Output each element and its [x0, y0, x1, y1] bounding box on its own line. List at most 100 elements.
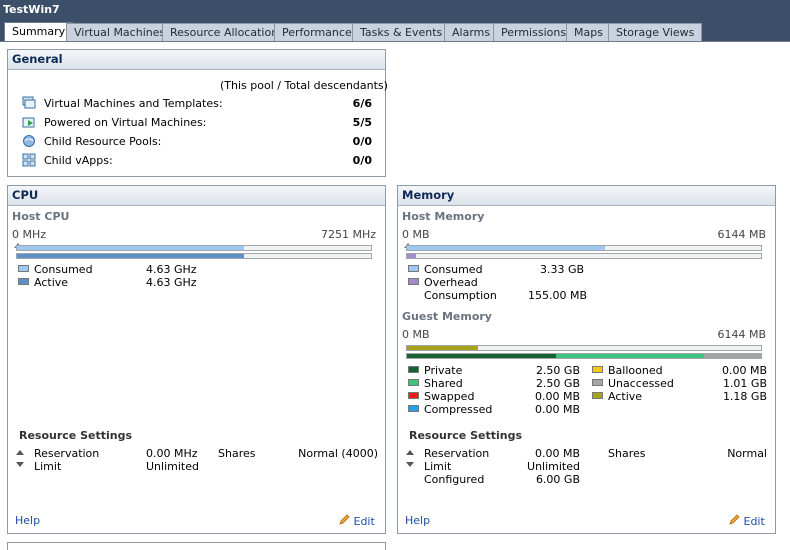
guest-breakdown-bar [406, 353, 762, 359]
memory-header: Memory [398, 186, 775, 206]
cpu-edit-label: Edit [353, 515, 375, 528]
guest-ballooned-swatch [592, 366, 603, 373]
host-cpu-label: Host CPU [12, 210, 70, 223]
cpu-consumed-swatch [18, 265, 29, 272]
resource-pool-icon [23, 135, 35, 147]
window-title-bar: TestWin7 [0, 0, 790, 20]
memory-overhead-swatch [408, 278, 419, 285]
guest-memory-label: Guest Memory [402, 310, 492, 323]
guest-swapped-value: 0.00 MB [534, 390, 580, 403]
memory-edit-link[interactable]: Edit [729, 514, 765, 528]
powered-on-vm-label: Powered on Virtual Machines: [44, 116, 207, 129]
tab-tasks-events[interactable]: Tasks & Events [352, 23, 451, 41]
guest-ballooned-value: 0.00 MB [721, 364, 767, 377]
guest-private-fill [407, 354, 556, 358]
memory-consumed-swatch [408, 265, 419, 272]
cpu-limit-icon [16, 462, 24, 467]
cpu-panel: CPU Host CPU 0 MHz 7251 MHz Consumed 4.6… [7, 185, 386, 534]
next-panel-edge [7, 542, 386, 550]
memory-limit-label: Limit [424, 460, 452, 473]
memory-consumed-bar [406, 245, 762, 251]
guest-active-bar [406, 345, 762, 351]
cpu-reservation-label: Reservation [34, 447, 100, 460]
pencil-icon [339, 514, 350, 525]
memory-min-label: 0 MB [402, 228, 430, 241]
cpu-active-swatch [18, 278, 29, 285]
cpu-reservation-icon [16, 450, 24, 455]
child-vapps-value: 0/0 [352, 154, 372, 167]
tab-virtual-machines[interactable]: Virtual Machines [66, 23, 174, 41]
guest-unaccessed-value: 1.01 GB [722, 377, 767, 390]
cpu-reservation-value: 0.00 MHz [146, 447, 198, 460]
cpu-edit-link[interactable]: Edit [339, 514, 375, 528]
memory-shares-label: Shares [608, 447, 646, 460]
cpu-active-bar [16, 253, 372, 259]
cpu-limit-value: Unlimited [146, 460, 199, 473]
guest-shared-swatch [408, 379, 419, 386]
memory-consumed-fill [407, 246, 606, 250]
memory-panel: Memory Host Memory 0 MB 6144 MB Consumed… [397, 185, 776, 534]
memory-reservation-label: Reservation [424, 447, 490, 460]
host-memory-label: Host Memory [402, 210, 485, 223]
powered-on-vm-value: 5/5 [352, 116, 372, 129]
summary-content: General (This pool / Total descendants) … [0, 41, 790, 550]
guest-max-label: 6144 MB [717, 328, 766, 341]
guest-active-swatch [592, 392, 603, 399]
cpu-consumed-fill [17, 246, 244, 250]
guest-swapped-swatch [408, 392, 419, 399]
tab-resource-allocation[interactable]: Resource Allocation [162, 23, 287, 41]
guest-active-value: 1.18 GB [722, 390, 767, 403]
guest-compressed-swatch [408, 405, 419, 412]
memory-help-link[interactable]: Help [405, 514, 430, 527]
guest-swapped-label: Swapped [424, 390, 475, 403]
general-panel: General (This pool / Total descendants) … [7, 49, 388, 177]
vm-templates-value: 6/6 [352, 97, 372, 110]
cpu-active-label: Active [34, 276, 69, 289]
general-note: (This pool / Total descendants) [220, 79, 388, 92]
guest-unaccessed-label: Unaccessed [608, 377, 674, 390]
guest-active-fill [407, 346, 478, 350]
child-pools-value: 0/0 [352, 135, 372, 148]
cpu-consumed-value: 4.63 GHz [146, 263, 197, 276]
cpu-consumed-bar [16, 245, 372, 251]
memory-max-label: 6144 MB [717, 228, 766, 241]
child-pools-label: Child Resource Pools: [44, 135, 162, 148]
tab-permissions[interactable]: Permissions [493, 23, 575, 41]
guest-active-label: Active [608, 390, 643, 403]
cpu-active-fill [17, 254, 244, 258]
guest-min-label: 0 MB [402, 328, 430, 341]
memory-consumption-label: Consumption [424, 289, 497, 302]
memory-limit-icon [406, 462, 414, 467]
cpu-resource-settings-title: Resource Settings [19, 429, 133, 442]
cpu-shares-value: Normal (4000) [298, 447, 378, 460]
general-header: General [8, 50, 385, 70]
tab-performance[interactable]: Performance [274, 23, 360, 41]
memory-shares-value: Normal [727, 447, 767, 460]
memory-overhead-fill [407, 254, 416, 258]
cpu-help-link[interactable]: Help [15, 514, 40, 527]
guest-shared-value: 2.50 GB [535, 377, 580, 390]
memory-resource-settings-title: Resource Settings [409, 429, 523, 442]
guest-private-label: Private [424, 364, 463, 377]
tab-storage-views[interactable]: Storage Views [608, 23, 703, 41]
guest-shared-fill [555, 354, 705, 358]
memory-configured-label: Configured [424, 473, 485, 486]
tab-alarms[interactable]: Alarms [444, 23, 499, 41]
cpu-max-label: 7251 MHz [320, 228, 376, 241]
guest-private-swatch [408, 366, 419, 373]
tab-maps[interactable]: Maps [566, 23, 611, 41]
window-title: TestWin7 [3, 3, 60, 16]
tab-summary[interactable]: Summary [4, 22, 74, 41]
vm-templates-label: Virtual Machines and Templates: [44, 97, 223, 110]
memory-configured-value: 6.00 GB [535, 473, 580, 486]
memory-consumed-value: 3.33 GB [540, 263, 585, 276]
memory-consumed-label: Consumed [424, 263, 483, 276]
memory-reservation-icon [406, 450, 414, 455]
cpu-shares-label: Shares [218, 447, 256, 460]
guest-compressed-label: Compressed [424, 403, 493, 416]
memory-reservation-value: 0.00 MB [534, 447, 580, 460]
pencil-icon [729, 514, 740, 525]
memory-overhead-label: Overhead [424, 276, 478, 289]
vapp-icon [22, 153, 36, 167]
tab-strip: Summary Virtual Machines Resource Alloca… [0, 20, 790, 41]
